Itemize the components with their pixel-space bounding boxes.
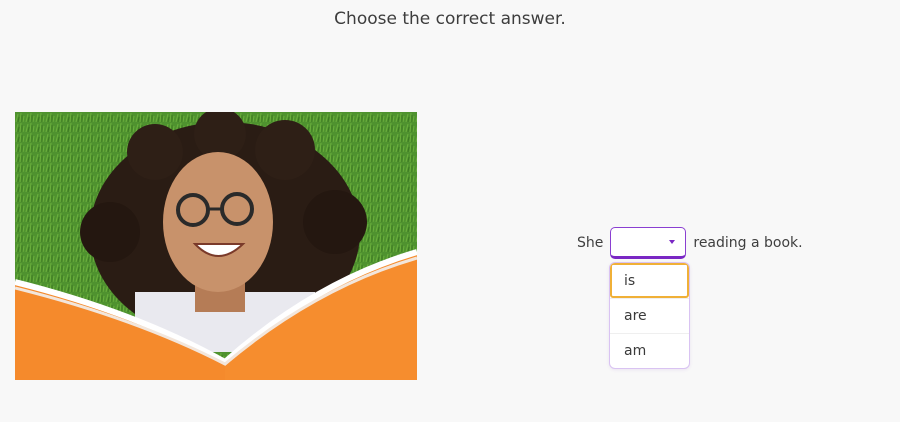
dropdown-options-list: is are am bbox=[609, 262, 690, 369]
sentence-end-text: reading a book. bbox=[693, 235, 803, 251]
sentence-start-text: She bbox=[577, 235, 604, 251]
question-instruction: Choose the correct answer. bbox=[334, 9, 566, 29]
caret-down-icon bbox=[669, 240, 676, 244]
dropdown-option-are[interactable]: are bbox=[610, 298, 689, 333]
dropdown-option-is[interactable]: is bbox=[610, 263, 689, 298]
dropdown-option-am[interactable]: am bbox=[610, 333, 689, 368]
girl-reading-book-image bbox=[15, 112, 417, 380]
sentence-row: She reading a book. bbox=[577, 226, 803, 260]
answer-dropdown[interactable] bbox=[610, 227, 687, 259]
